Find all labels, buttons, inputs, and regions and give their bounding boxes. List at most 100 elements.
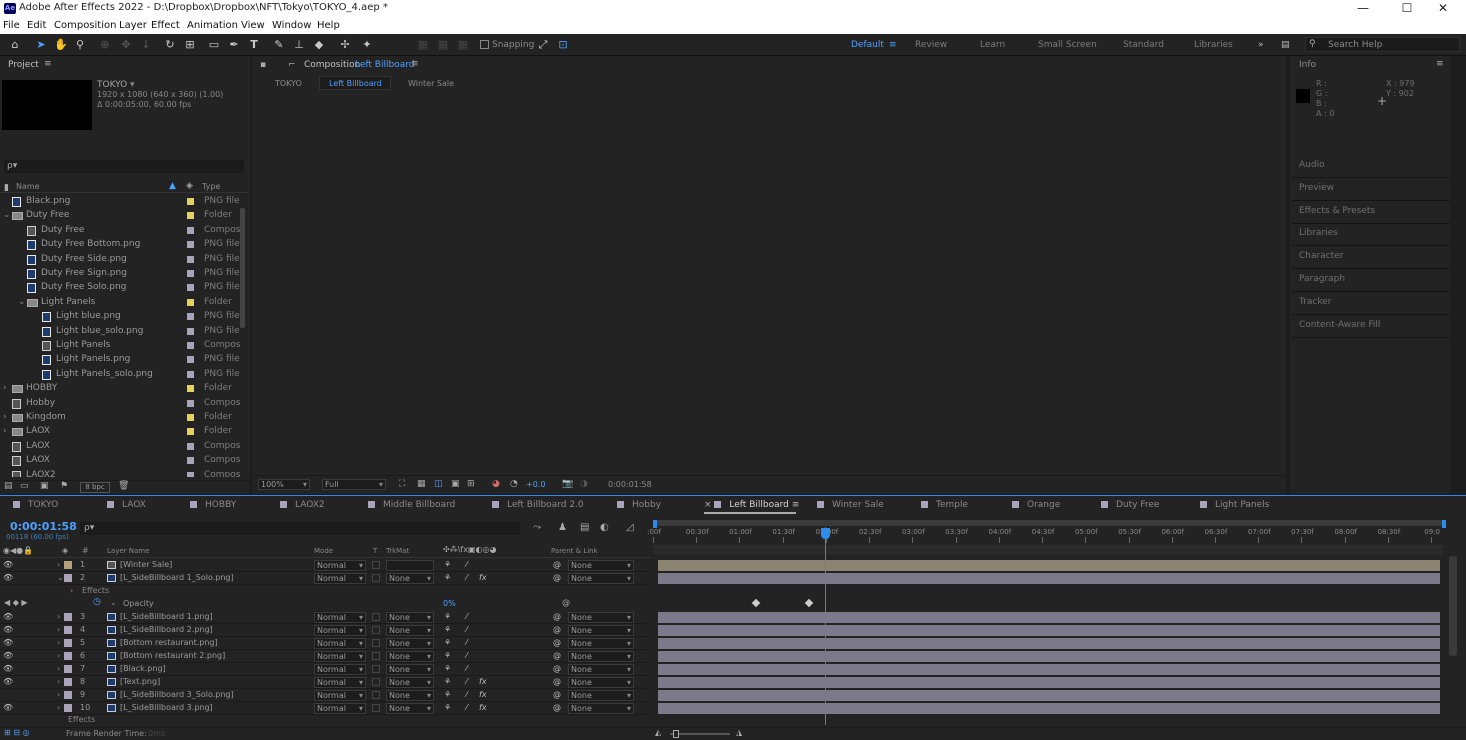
trkmat-dropdown[interactable]: None ▾ [386,573,434,584]
label-color-swatch[interactable] [187,313,194,321]
comp-timecode[interactable]: 0:00:01:58 [608,480,652,489]
parent-dropdown[interactable]: None ▾ [568,638,634,649]
mode-dropdown[interactable]: Normal ▾ [314,677,366,688]
label-color-swatch[interactable] [187,414,194,421]
pickwhip-icon[interactable]: @ [553,625,561,634]
layer-row[interactable]: 👁 › 3 [L_SideBillboard 1.png] Normal ▾ None ▾ ⚘ ⁄… [0,611,651,624]
mask-visibility-icon[interactable]: ◫ [434,479,443,489]
parent-dropdown[interactable]: None ▾ [568,690,634,701]
layer-row[interactable]: 👁 › 8 [Text.png] Normal ▾ None ▾ ⚘ ⁄ fx @ None ▾ [0,676,651,689]
pen-tool-icon[interactable]: ✒ [227,38,241,52]
pickwhip-icon[interactable]: @ [553,677,561,686]
transparency-grid-icon[interactable]: ▦ [417,479,426,489]
panel-effects-presets[interactable]: Effects & Presets [1292,202,1450,224]
timeline-tab[interactable]: Middle Billboard [368,500,455,510]
clone-stamp-tool-icon[interactable]: ⊥ [292,38,306,52]
resolution-dropdown[interactable]: Full ▾ [322,479,386,490]
project-item[interactable]: Light blue.png PNG file [0,310,248,324]
pickwhip-icon[interactable]: @ [553,638,561,647]
menu-window[interactable]: Window [272,20,311,31]
visibility-eye-icon[interactable]: 👁 [3,573,13,582]
panel-audio[interactable]: Audio [1292,156,1450,178]
breadcrumb-tokyo[interactable]: TOKYO [275,79,302,88]
panel-preview[interactable]: Preview [1292,179,1450,201]
trkmat-dropdown[interactable]: None ▾ [386,664,434,675]
parent-dropdown[interactable]: None ▾ [568,560,634,571]
interpret-footage-icon[interactable]: ▤ [4,481,13,491]
motion-blur-icon[interactable]: ◐ [600,522,609,533]
project-item[interactable]: › LAOX Folder [0,425,248,439]
layer-row[interactable]: 👁 ⌄ 2 [L_SideBillboard 1_Solo.png] Normal ▾ No… [0,572,651,585]
layer-label-swatch[interactable] [64,691,72,699]
timeline-tab[interactable]: Hobby [617,500,661,510]
chevron-right-icon[interactable]: › [57,612,60,621]
composition-active-name[interactable]: Left Billboard [355,60,414,70]
bit-depth-button[interactable]: 8 bpc [80,482,110,493]
visibility-eye-icon[interactable]: 👁 [3,677,13,686]
panel-character[interactable]: Character [1292,247,1450,269]
view-axis-icon[interactable]: ▦ [456,38,470,52]
preserve-transparency-checkbox[interactable] [372,626,380,634]
preserve-transparency-checkbox[interactable] [372,574,380,582]
brush-tool-icon[interactable]: ✎ [272,38,286,52]
quality-switch-icon[interactable]: ⁄ [466,651,467,660]
project-item[interactable]: Black.png PNG file [0,195,248,209]
layer-label-swatch[interactable] [64,639,72,647]
timeline-tab[interactable]: Temple [921,500,968,510]
menu-file[interactable]: File [3,20,20,31]
preserve-transparency-checkbox[interactable] [372,665,380,673]
visibility-eye-icon[interactable]: 👁 [3,612,13,621]
project-item[interactable]: Light Panels_solo.png PNG file [0,368,248,382]
chevron-right-icon[interactable]: › [57,690,60,699]
chevron-down-icon[interactable]: ⌄ [18,297,26,307]
puppet-tool-icon[interactable]: ✦ [360,38,374,52]
visibility-eye-icon[interactable]: 👁 [3,625,13,634]
home-icon[interactable]: ⌂ [8,38,22,52]
layer-name[interactable]: [L_SideBillboard 2.png] [120,625,213,634]
parent-dropdown[interactable]: None ▾ [568,703,634,714]
keyframe-navigator-icon[interactable]: ◀ ◆ ▶ [4,598,28,607]
visibility-eye-icon[interactable]: 👁 [3,664,13,673]
zoom-out-icon[interactable]: ◭ [655,728,661,737]
layer-duration-bar[interactable] [658,573,1440,584]
mode-header[interactable]: Mode [314,547,333,555]
project-item[interactable]: › HOBBY Folder [0,382,248,396]
layer-label-swatch[interactable] [64,665,72,673]
new-folder-icon[interactable]: ▭ [20,481,29,491]
layer-label-swatch[interactable] [64,626,72,634]
rectangle-tool-icon[interactable]: ▭ [207,38,221,52]
layer-duration-bar[interactable] [658,625,1440,636]
trkmat-dropdown[interactable]: None ▾ [386,612,434,623]
label-color-swatch[interactable] [187,471,194,477]
chevron-right-icon[interactable]: › [57,625,60,634]
layer-duration-bar[interactable] [658,703,1440,714]
panel-paragraph[interactable]: Paragraph [1292,270,1450,292]
label-color-swatch[interactable] [187,342,194,349]
current-time-display[interactable]: 0:00:01:58 [10,520,77,533]
timeline-v-scrollbar[interactable] [1449,556,1457,656]
grid-icon[interactable]: ⊞ [467,479,475,489]
layer-label-swatch[interactable] [64,704,72,712]
pickwhip-icon[interactable]: @ [553,573,561,582]
parent-dropdown[interactable]: None ▾ [568,573,634,584]
timeline-tab[interactable]: × Left Billboard ≡ [704,500,799,514]
project-panel-menu-icon[interactable]: ≡ [44,59,52,69]
workspace-learn[interactable]: Learn [980,40,1005,50]
project-item[interactable]: ⌄ Duty Free Folder [0,209,248,223]
label-color-swatch[interactable] [187,370,194,378]
zoom-tool-icon[interactable]: ⚲ [73,38,87,52]
project-item[interactable]: Duty Free Bottom.png PNG file [0,238,248,252]
trkmat-dropdown[interactable]: None ▾ [386,690,434,701]
layer-label-swatch[interactable] [64,574,72,582]
label-color-swatch[interactable] [187,428,194,436]
time-ruler[interactable]: :00f00:30f01:00f01:30f02:00f02:30f03:00f… [647,527,1443,543]
shy-switch-icon[interactable]: ⚘ [444,690,451,699]
menu-composition[interactable]: Composition [54,20,116,31]
timeline-tab[interactable]: Winter Sale [817,500,884,510]
label-color-swatch[interactable] [187,298,194,306]
parent-dropdown[interactable]: None ▾ [568,625,634,636]
time-navigator[interactable] [653,545,1443,555]
comp-panel-close-icon[interactable]: ▪ [260,60,266,70]
project-item[interactable]: › Kingdom Folder [0,411,248,425]
fx-switch-icon[interactable]: fx [479,677,487,686]
